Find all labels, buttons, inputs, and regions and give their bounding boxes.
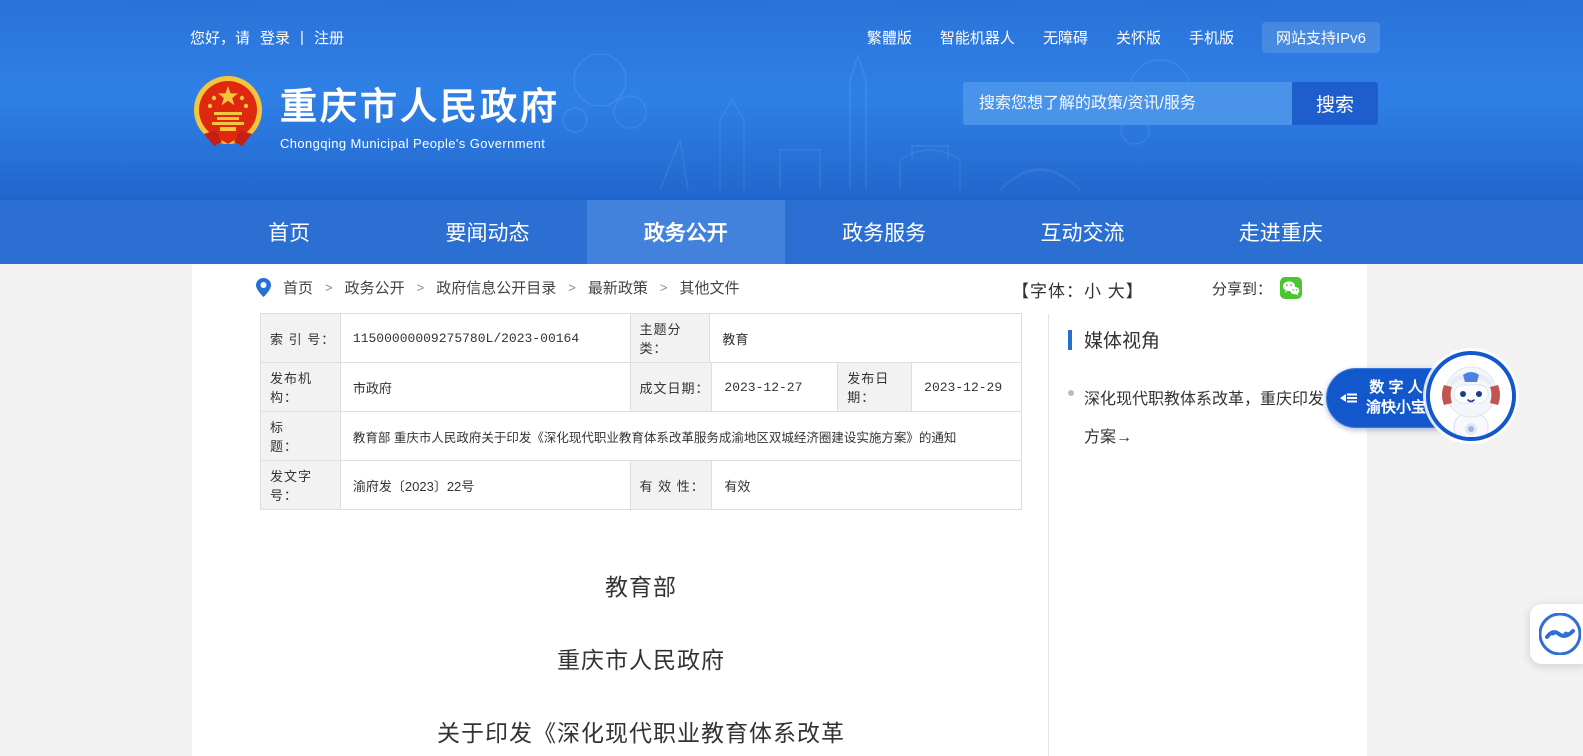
crumb-gov-disclosure[interactable]: 政务公开 — [345, 277, 405, 298]
validity-value: 有效 — [712, 461, 1022, 510]
search-bar: 搜索 — [963, 82, 1378, 125]
document-title: 教育部 重庆市人民政府 关于印发《深化现代职业教育体系改革 — [260, 510, 1022, 756]
robot-mascot-icon[interactable] — [1426, 351, 1516, 441]
crumb-separator: > — [325, 280, 333, 295]
breadcrumb: 首页 > 政务公开 > 政府信息公开目录 > 最新政策 > 其他文件 — [256, 277, 739, 298]
written-date-label: 成文日期： — [631, 363, 713, 412]
table-row: 发文字号： 渝府发〔2023〕22号 有 效 性： 有效 — [261, 461, 1022, 510]
content-card: 首页 > 政务公开 > 政府信息公开目录 > 最新政策 > 其他文件 【字体：小… — [192, 264, 1367, 756]
index-number-label: 索 引 号： — [261, 314, 341, 363]
accessibility-link[interactable]: 无障碍 — [1043, 27, 1088, 48]
site-title-en: Chongqing Municipal People's Government — [280, 136, 560, 151]
document-title-line: 教育部 — [260, 568, 1022, 602]
crumb-separator: > — [660, 280, 668, 295]
validity-label: 有 效 性： — [631, 461, 713, 510]
nav-item-gov-services[interactable]: 政务服务 — [785, 200, 983, 264]
page-body: 首页 > 政务公开 > 政府信息公开目录 > 最新政策 > 其他文件 【字体：小… — [0, 264, 1583, 756]
sidebar-accent-bar — [1068, 330, 1072, 350]
wechat-icon[interactable] — [1280, 277, 1302, 299]
topic-value: 教育 — [710, 314, 1022, 363]
document-title-line: 重庆市人民政府 — [260, 641, 1022, 675]
sidebar-article-link[interactable]: 深化现代职教体系改革，重庆印发方案→ — [1068, 381, 1358, 457]
site-logo[interactable]: 重庆市人民政府 Chongqing Municipal People's Gov… — [192, 72, 560, 154]
topic-label: 主题分类： — [631, 314, 711, 363]
search-input[interactable] — [963, 82, 1292, 125]
assistant-label-line1: 数 字 人 — [1366, 378, 1426, 398]
crumb-other-documents[interactable]: 其他文件 — [679, 277, 739, 298]
register-link[interactable]: 注册 — [314, 27, 344, 48]
main-nav: 首页 要闻动态 政务公开 政务服务 互动交流 走进重庆 — [0, 200, 1583, 264]
table-row: 索 引 号： 11500000009275780L/2023-00164 主题分… — [261, 314, 1022, 363]
doc-number-value: 渝府发〔2023〕22号 — [341, 461, 631, 510]
site-header: 您好，请 登录 | 注册 繁體版 智能机器人 无障碍 关怀版 手机版 网站支持I… — [0, 0, 1583, 200]
doc-title-value: 教育部 重庆市人民政府关于印发《深化现代职业教育体系改革服务成渝地区双城经济圈建… — [341, 412, 1022, 461]
care-version-link[interactable]: 关怀版 — [1116, 27, 1161, 48]
agency-label: 发布机构： — [261, 363, 341, 412]
doc-title-label: 标 题： — [261, 412, 341, 461]
site-title: 重庆市人民政府 — [280, 86, 560, 129]
font-smaller-button[interactable]: 小 — [1084, 282, 1102, 301]
location-pin-icon — [256, 278, 271, 297]
search-button[interactable]: 搜索 — [1292, 82, 1378, 125]
crumb-separator: > — [568, 280, 576, 295]
ipv6-badge: 网站支持IPv6 — [1262, 22, 1380, 53]
assistant-label-line2: 渝快小宝 — [1366, 398, 1426, 418]
bullet-icon — [1068, 390, 1074, 396]
nav-item-about-chongqing[interactable]: 走进重庆 — [1182, 200, 1380, 264]
nav-item-interaction[interactable]: 互动交流 — [983, 200, 1181, 264]
smart-robot-link[interactable]: 智能机器人 — [940, 27, 1015, 48]
login-link[interactable]: 登录 — [260, 27, 290, 48]
national-emblem-icon — [192, 72, 264, 154]
content-divider — [1048, 314, 1049, 756]
topbar: 您好，请 登录 | 注册 繁體版 智能机器人 无障碍 关怀版 手机版 网站支持I… — [190, 22, 1380, 53]
font-ctrl-prefix: 【字体： — [1012, 282, 1084, 301]
sidebar-title: 媒体视角 — [1084, 326, 1160, 353]
crumb-latest-policies[interactable]: 最新政策 — [588, 277, 648, 298]
sidebar-article-text: 深化现代职教体系改革，重庆印发方案→ — [1084, 381, 1336, 457]
share-label: 分享到： — [1212, 278, 1272, 299]
crumb-separator: > — [417, 280, 425, 295]
publish-date-value: 2023-12-29 — [912, 363, 1022, 412]
table-row: 标 题： 教育部 重庆市人民政府关于印发《深化现代职业教育体系改革服务成渝地区双… — [261, 412, 1022, 461]
table-row: 发布机构： 市政府 成文日期： 2023-12-27 发布日期： 2023-12… — [261, 363, 1022, 412]
nav-item-gov-disclosure[interactable]: 政务公开 — [587, 200, 785, 264]
digital-assistant-widget[interactable]: 数 字 人 渝快小宝 — [1326, 364, 1526, 456]
doc-info-table: 索 引 号： 11500000009275780L/2023-00164 主题分… — [260, 313, 1022, 510]
doc-number-label: 发文字号： — [261, 461, 341, 510]
traditional-chinese-link[interactable]: 繁體版 — [867, 27, 912, 48]
nav-item-news[interactable]: 要闻动态 — [388, 200, 586, 264]
collapse-icon — [1340, 389, 1358, 407]
floating-share-button[interactable] — [1530, 604, 1583, 664]
font-size-control: 【字体：小 大】 — [1012, 277, 1144, 302]
greeting-text: 您好，请 — [190, 27, 250, 48]
topbar-divider: | — [300, 29, 304, 46]
written-date-value: 2023-12-27 — [712, 363, 838, 412]
wave-logo-icon — [1539, 613, 1581, 655]
agency-value: 市政府 — [341, 363, 631, 412]
index-number-value: 11500000009275780L/2023-00164 — [341, 314, 631, 363]
media-sidebar: 媒体视角 深化现代职教体系改革，重庆印发方案→ — [1068, 326, 1358, 457]
nav-item-home[interactable]: 首页 — [190, 200, 388, 264]
publish-date-label: 发布日期： — [838, 363, 912, 412]
share-row: 分享到： — [1212, 277, 1302, 299]
font-ctrl-suffix: 】 — [1126, 282, 1144, 301]
font-larger-button[interactable]: 大 — [1108, 282, 1126, 301]
mobile-version-link[interactable]: 手机版 — [1189, 27, 1234, 48]
document-title-line: 关于印发《深化现代职业教育体系改革 — [260, 714, 1022, 748]
crumb-home[interactable]: 首页 — [283, 277, 313, 298]
crumb-info-catalog[interactable]: 政府信息公开目录 — [436, 277, 556, 298]
